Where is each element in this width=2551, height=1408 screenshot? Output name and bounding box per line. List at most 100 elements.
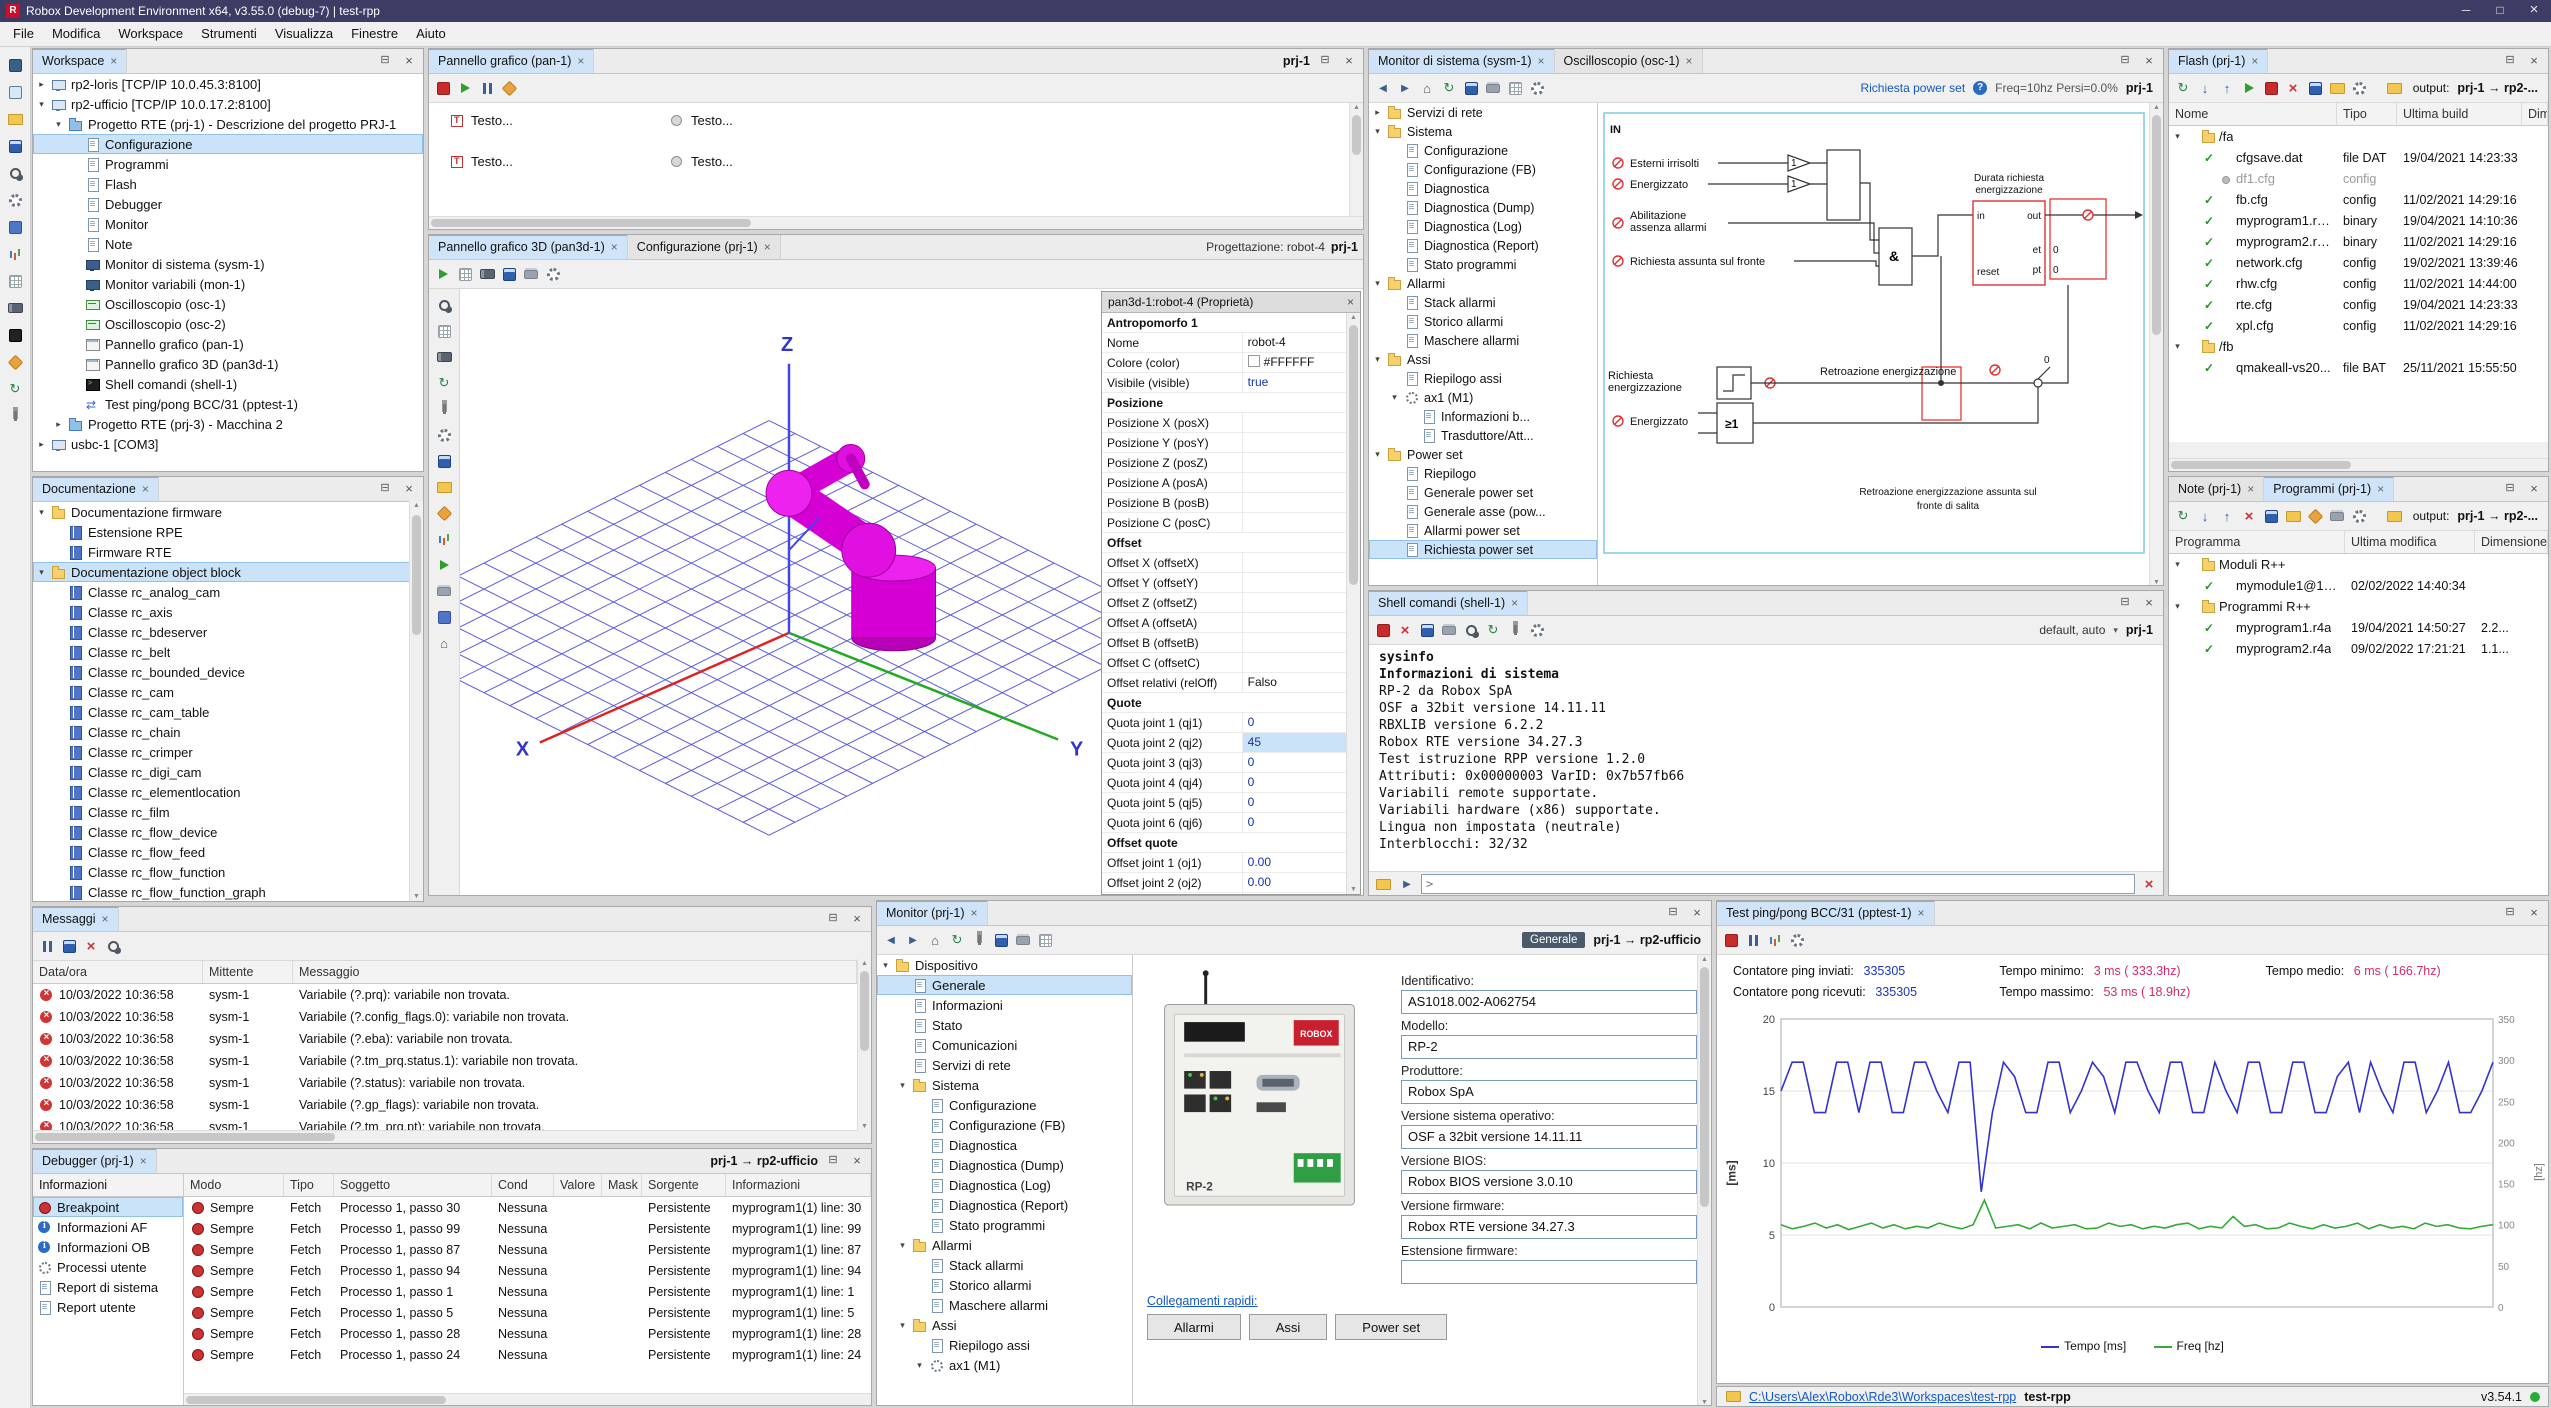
tree-item[interactable]: Informazioni b...: [1369, 407, 1597, 426]
column-header[interactable]: Ultima build: [2397, 103, 2522, 125]
tree-item[interactable]: Storico allarmi: [1369, 312, 1597, 331]
tree-item[interactable]: Classe rc_belt: [33, 642, 423, 662]
expander-icon[interactable]: [2172, 559, 2183, 570]
tab-close-icon[interactable]: [1511, 596, 1518, 610]
tree-item[interactable]: Allarmi: [1369, 274, 1597, 293]
scene-tool-icon[interactable]: [434, 607, 454, 627]
toolbar-icon[interactable]: [2239, 78, 2259, 98]
tree-item[interactable]: Storico allarmi: [877, 1275, 1132, 1295]
property-value[interactable]: [1242, 533, 1347, 552]
tree-item[interactable]: Programmi: [33, 154, 423, 174]
property-value[interactable]: [1242, 613, 1347, 632]
expander-icon[interactable]: [897, 1240, 908, 1251]
column-header[interactable]: Mask: [602, 1174, 642, 1196]
toolbar-icon[interactable]: [2261, 506, 2281, 526]
expander-icon[interactable]: [897, 1080, 908, 1091]
debugger-sidebar-item[interactable]: Report utente: [33, 1297, 183, 1317]
program-row[interactable]: myprogram2.r4a 09/02/2022 17:21:21 1.1..…: [2169, 638, 2548, 659]
tool-strip-icon[interactable]: [5, 406, 25, 426]
tab-messaggi[interactable]: Messaggi: [33, 907, 119, 931]
tree-item[interactable]: rp2-ufficio [TCP/IP 10.0.17.2:8100]: [33, 94, 423, 114]
breakpoint-row[interactable]: Sempre Fetch Processo 1, passo 28 Nessun…: [184, 1323, 871, 1344]
tree-item[interactable]: Comunicazioni: [877, 1035, 1132, 1055]
tree-item[interactable]: Diagnostica (Dump): [877, 1155, 1132, 1175]
tool-strip-icon[interactable]: [5, 352, 25, 372]
tab-close-icon[interactable]: [2377, 482, 2384, 496]
tree-item[interactable]: Generale: [877, 975, 1132, 995]
property-row[interactable]: Visibile (visible) true: [1102, 373, 1347, 393]
debugger-sidebar-item[interactable]: Report di sistema: [33, 1277, 183, 1297]
property-row[interactable]: Offset Y (offsetY): [1102, 573, 1347, 593]
toolbar-icon[interactable]: [1439, 78, 1459, 98]
tab-close-icon[interactable]: [142, 482, 149, 496]
toolbar-icon[interactable]: [991, 930, 1011, 950]
tree-item[interactable]: Classe rc_flow_function_graph: [33, 882, 423, 902]
menu-item[interactable]: Finestre: [342, 22, 407, 46]
property-row[interactable]: Quota joint 2 (qj2) 45: [1102, 733, 1347, 753]
debugger-sidebar-item[interactable]: Processi utente: [33, 1257, 183, 1277]
tree-item[interactable]: Pannello grafico (pan-1): [33, 334, 423, 354]
program-row[interactable]: Moduli R++: [2169, 554, 2548, 575]
tree-item[interactable]: Diagnostica: [877, 1135, 1132, 1155]
column-header[interactable]: Data/ora: [33, 961, 203, 983]
shell-output[interactable]: sysinfoInformazioni di sistemaRP-2 da Ro…: [1369, 645, 2163, 871]
flash-file-row[interactable]: rhw.cfg config 11/02/2021 14:44:00: [2169, 273, 2548, 294]
tool-strip-icon[interactable]: [5, 217, 25, 237]
toolbar-icon[interactable]: [2261, 78, 2281, 98]
column-header[interactable]: Sorgente: [642, 1174, 726, 1196]
message-row[interactable]: 10/03/2022 10:36:58 sysm-1 Variabile (?.…: [33, 1006, 871, 1028]
tree-item[interactable]: Configurazione (FB): [1369, 160, 1597, 179]
property-row[interactable]: Posizione B (posB): [1102, 493, 1347, 513]
expander-icon[interactable]: [1372, 278, 1383, 289]
field-value[interactable]: AS1018.002-A062754: [1401, 990, 1697, 1014]
tree-item[interactable]: Monitor: [33, 214, 423, 234]
tool-strip-icon[interactable]: [5, 298, 25, 318]
toolbar-icon[interactable]: [2305, 78, 2325, 98]
toolbar-icon[interactable]: [1417, 620, 1437, 640]
tree-item[interactable]: Estensione RPE: [33, 522, 423, 542]
field-value[interactable]: Robox BIOS versione 3.0.10: [1401, 1170, 1697, 1194]
flash-file-row[interactable]: cfgsave.dat file DAT 19/04/2021 14:23:33: [2169, 147, 2548, 168]
scene-tool-icon[interactable]: [434, 425, 454, 445]
tree-item[interactable]: Stato programmi: [877, 1215, 1132, 1235]
scene-tool-icon[interactable]: [434, 295, 454, 315]
tree-item[interactable]: ax1 (M1): [877, 1355, 1132, 1375]
shell-send-icon[interactable]: [1397, 874, 1417, 894]
tool-strip-icon[interactable]: [5, 109, 25, 129]
property-value[interactable]: true: [1242, 373, 1347, 392]
scrollbar-vertical[interactable]: [1349, 103, 1363, 229]
toolbar-icon[interactable]: [947, 930, 967, 950]
column-header[interactable]: Modo: [184, 1174, 284, 1196]
tree-item[interactable]: Classe rc_digi_cam: [33, 762, 423, 782]
toolbar-icon[interactable]: [37, 936, 57, 956]
menu-item[interactable]: Strumenti: [192, 22, 266, 46]
toolbar-icon[interactable]: [925, 930, 945, 950]
tree-item[interactable]: Diagnostica (Report): [877, 1195, 1132, 1215]
column-header[interactable]: Informazioni: [726, 1174, 871, 1196]
tab-flash[interactable]: Flash (prj-1): [2169, 49, 2268, 73]
tree-item[interactable]: Progetto RTE (prj-3) - Macchina 2: [33, 414, 423, 434]
tab-documentazione[interactable]: Documentazione: [33, 477, 159, 501]
tab-close-icon[interactable]: [140, 1154, 147, 1168]
flash-file-row[interactable]: df1.cfg config: [2169, 168, 2548, 189]
property-row[interactable]: Offset A (offsetA): [1102, 613, 1347, 633]
close-panel-icon[interactable]: [2525, 480, 2543, 498]
tab-close-icon[interactable]: [971, 906, 978, 920]
tree-item[interactable]: Assi: [877, 1315, 1132, 1335]
property-row[interactable]: Offset quote: [1102, 833, 1347, 853]
tool-strip-icon[interactable]: [5, 136, 25, 156]
tree-item[interactable]: Classe rc_bounded_device: [33, 662, 423, 682]
expander-icon[interactable]: [36, 99, 47, 110]
toolbar-icon[interactable]: [1439, 620, 1459, 640]
toolbar-icon[interactable]: [2283, 506, 2303, 526]
property-value[interactable]: [1242, 393, 1347, 412]
shell-history-icon[interactable]: [1373, 874, 1393, 894]
shell-command-input[interactable]: [1421, 874, 2135, 894]
breakpoint-row[interactable]: Sempre Fetch Processo 1, passo 1 Nessuna…: [184, 1281, 871, 1302]
expander-icon[interactable]: [36, 567, 47, 578]
scene-tool-icon[interactable]: [434, 321, 454, 341]
tool-strip-icon[interactable]: [5, 244, 25, 264]
flash-file-row[interactable]: myprogram2.r4a binary 11/02/2021 14:29:1…: [2169, 231, 2548, 252]
toolbar-icon[interactable]: [903, 930, 923, 950]
column-header[interactable]: Programma: [2169, 531, 2345, 553]
